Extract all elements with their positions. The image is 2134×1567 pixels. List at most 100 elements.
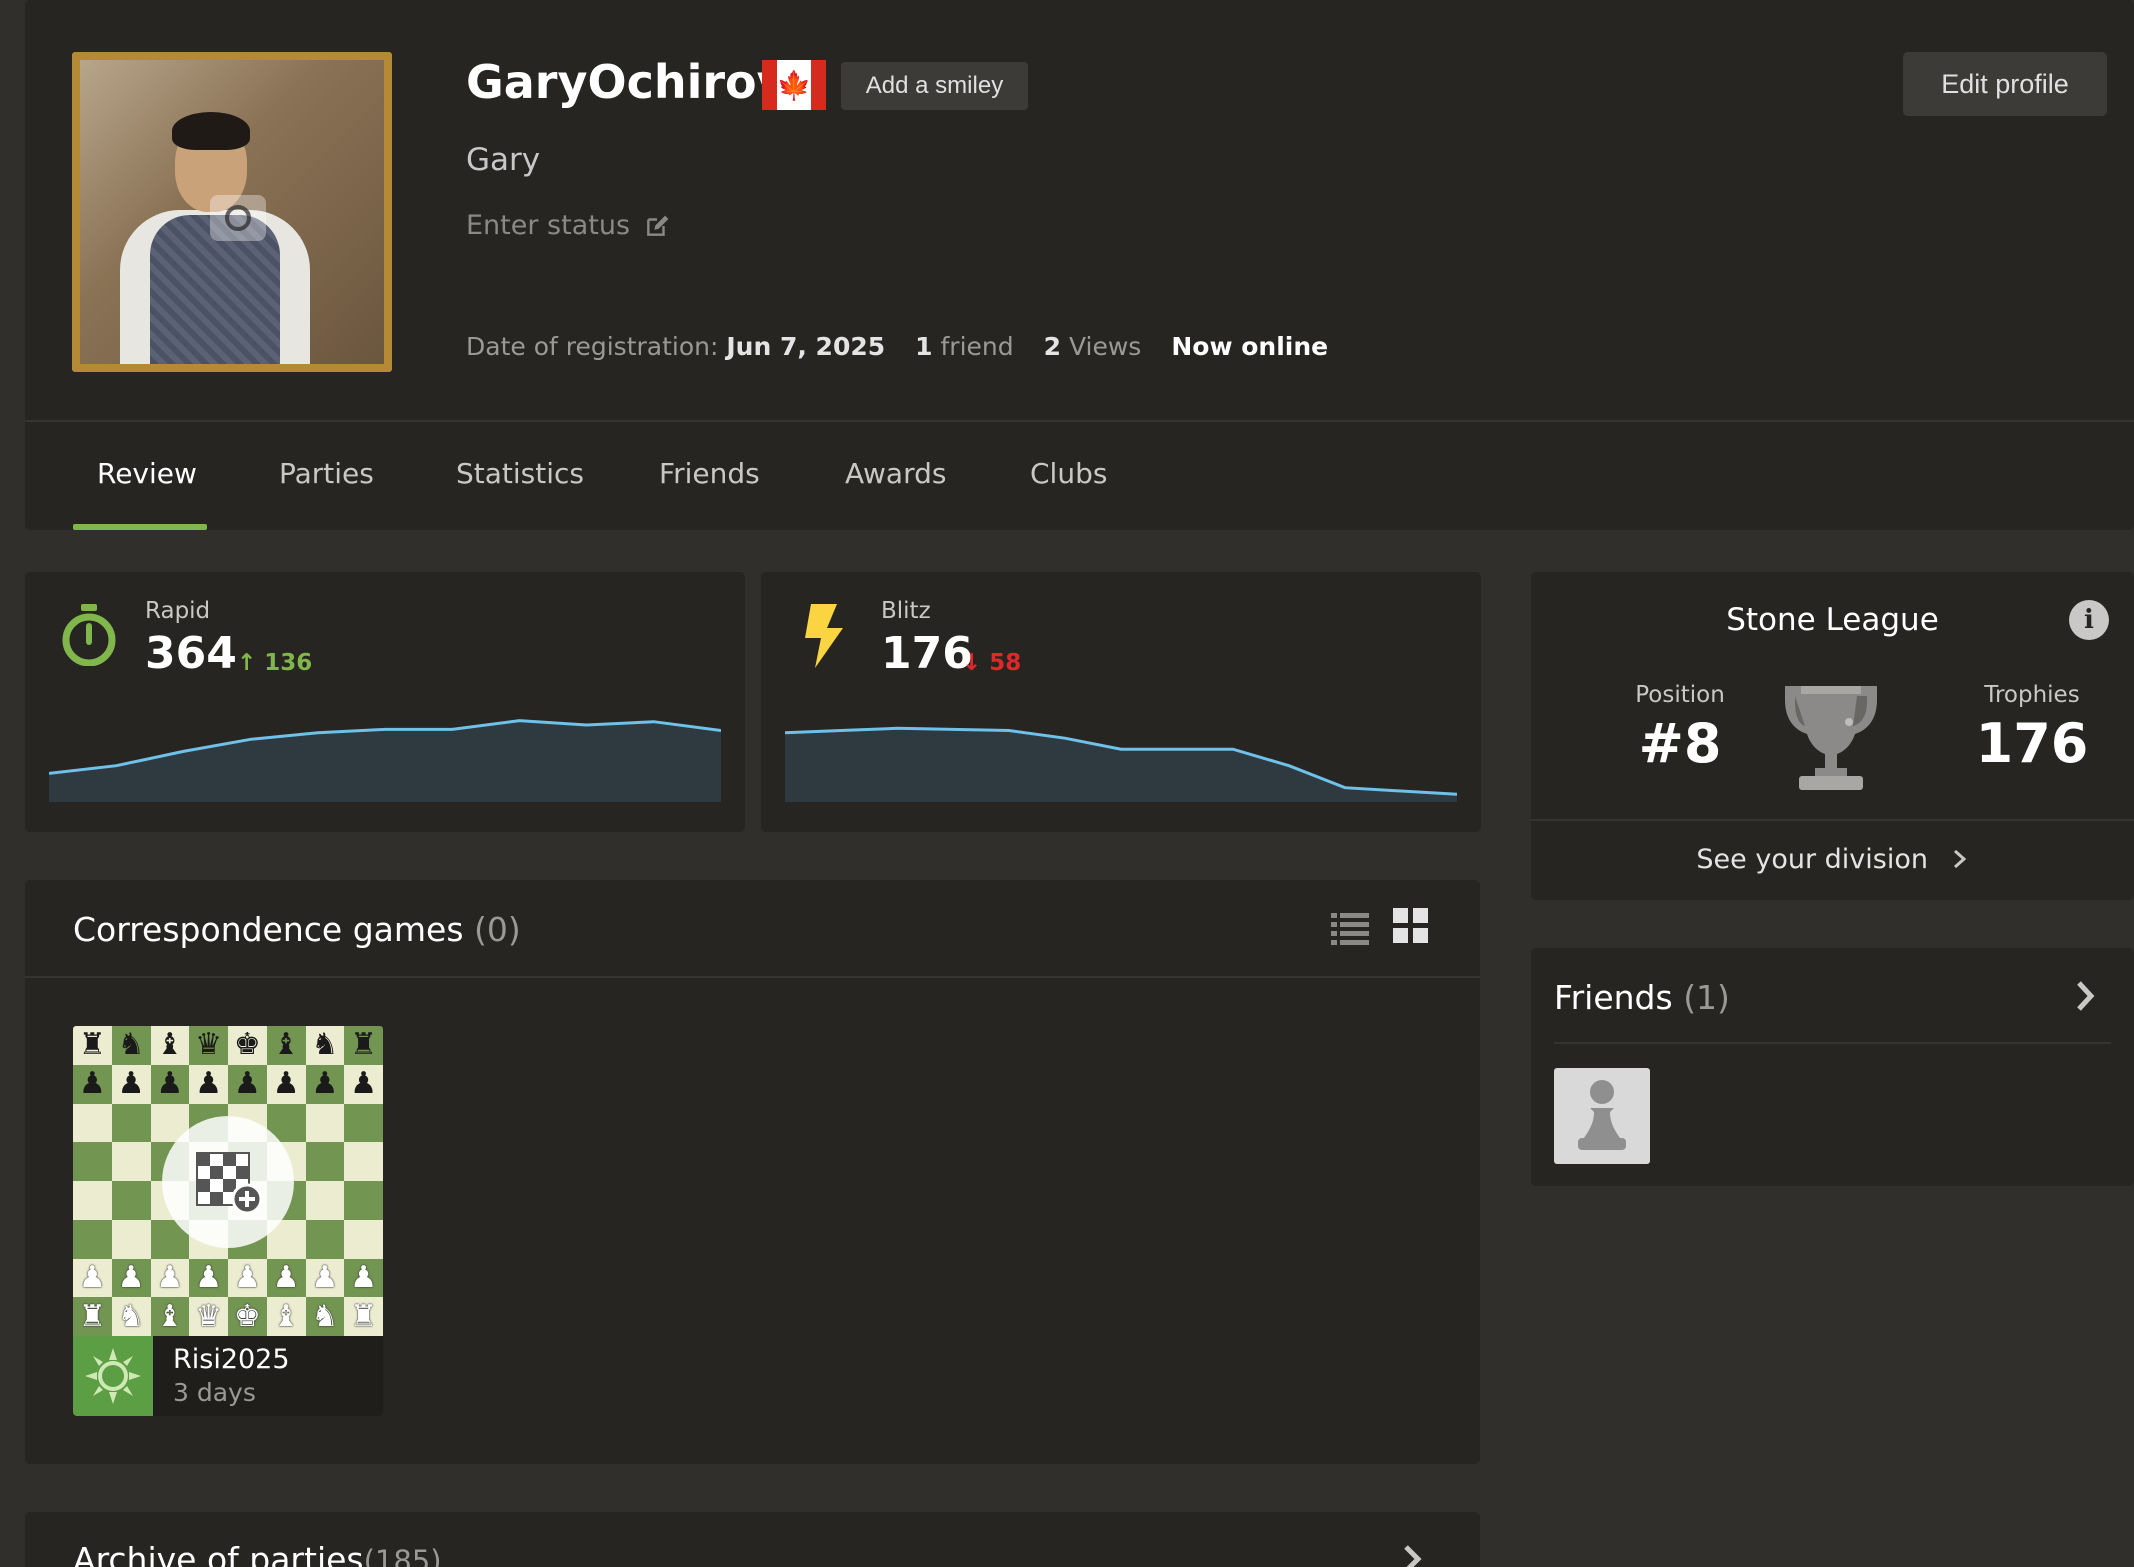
views-word: Views xyxy=(1068,332,1142,361)
see-division-label: See your division xyxy=(1696,844,1928,875)
board-square xyxy=(111,1219,151,1259)
tab-clubs[interactable]: Clubs xyxy=(1030,457,1107,490)
tab-statistics[interactable]: Statistics xyxy=(456,457,584,490)
chess-piece-icon: ♟ xyxy=(350,1259,378,1295)
game-time-control: 3 days xyxy=(173,1378,256,1407)
position-value: #8 xyxy=(1638,712,1722,775)
friends-card: Friends (1) xyxy=(1531,948,2134,1186)
views-number: 2 xyxy=(1043,332,1062,361)
trend-area xyxy=(785,728,1457,802)
opponent-name[interactable]: Risi2025 xyxy=(173,1344,290,1375)
board-square xyxy=(305,1103,345,1143)
sun-icon xyxy=(85,1348,141,1404)
board-square: ♟ xyxy=(189,1064,228,1104)
friends-title[interactable]: Friends (1) xyxy=(1554,978,1730,1017)
board-square xyxy=(305,1142,345,1181)
add-smiley-button[interactable]: Add a smiley xyxy=(841,62,1028,110)
board-square: ♝ xyxy=(266,1297,306,1336)
chevron-right-icon[interactable] xyxy=(1400,1544,1424,1567)
chess-piece-icon: ♚ xyxy=(233,1298,261,1334)
board-square: ♟ xyxy=(111,1064,151,1104)
board-square: ♟ xyxy=(73,1064,112,1104)
trend-area xyxy=(49,720,721,802)
rapid-delta: ↑ 136 xyxy=(237,650,312,676)
rapid-delta-value: 136 xyxy=(264,650,313,676)
opponent-avatar xyxy=(73,1336,153,1416)
see-division-link[interactable]: See your division xyxy=(1531,844,2134,875)
board-square xyxy=(111,1181,151,1220)
board-square: ♟ xyxy=(228,1258,267,1298)
board-square: ♚ xyxy=(228,1297,267,1336)
correspondence-count: (0) xyxy=(474,910,521,949)
info-icon[interactable]: i xyxy=(2069,600,2109,640)
board-square: ♟ xyxy=(344,1064,383,1104)
league-position: Position #8 xyxy=(1590,682,1770,775)
blitz-rating: 176 xyxy=(881,628,973,679)
board-square: ♜ xyxy=(344,1026,383,1065)
archive-title: Archive of parties(185) xyxy=(73,1540,442,1567)
archive-count: (185) xyxy=(363,1544,442,1567)
archive-card[interactable]: Archive of parties(185) xyxy=(25,1512,1480,1567)
board-square: ♟ xyxy=(228,1064,267,1104)
chess-piece-icon: ♟ xyxy=(117,1066,145,1102)
board-square: ♟ xyxy=(150,1258,190,1298)
chess-piece-icon: ♟ xyxy=(117,1259,145,1295)
correspondence-divider xyxy=(25,976,1480,978)
position-label: Position xyxy=(1635,682,1725,708)
rating-card-rapid[interactable]: Rapid 364 ↑ 136 xyxy=(25,572,745,832)
board-square xyxy=(111,1142,151,1181)
arrow-up-icon: ↑ xyxy=(237,650,257,676)
tab-awards[interactable]: Awards xyxy=(845,457,946,490)
list-view-icon[interactable] xyxy=(1330,908,1370,948)
arrow-down-icon: ↓ xyxy=(962,650,982,676)
views-count: 2 Views xyxy=(1044,332,1142,361)
edit-icon[interactable] xyxy=(644,213,670,239)
chess-piece-icon: ♟ xyxy=(195,1066,223,1102)
league-title: Stone League xyxy=(1726,602,1939,638)
board-square: ♜ xyxy=(73,1026,112,1065)
real-name: Gary xyxy=(466,142,541,178)
board-square: ♟ xyxy=(305,1258,345,1298)
chess-piece-icon: ♟ xyxy=(233,1066,261,1102)
chess-piece-icon: ♟ xyxy=(311,1259,339,1295)
registration-date: Jun 7, 2025 xyxy=(726,332,886,361)
camera-icon[interactable] xyxy=(210,195,266,241)
friends-count: 1 xyxy=(915,332,933,361)
board-square: ♟ xyxy=(344,1258,383,1298)
chess-piece-icon: ♞ xyxy=(311,1298,339,1334)
board-square: ♞ xyxy=(111,1026,151,1065)
board-square: ♜ xyxy=(73,1297,112,1336)
new-game-overlay[interactable] xyxy=(162,1116,294,1248)
board-square: ♛ xyxy=(189,1297,228,1336)
rating-card-blitz[interactable]: Blitz 176 ↓ 58 xyxy=(761,572,1481,832)
profile-avatar[interactable] xyxy=(72,52,392,372)
online-status: Now online xyxy=(1171,332,1329,361)
friends-title-count: (1) xyxy=(1683,978,1730,1017)
correspondence-title-text: Correspondence games xyxy=(73,910,464,949)
board-square xyxy=(73,1103,112,1143)
board-square xyxy=(73,1181,112,1220)
grid-view-icon[interactable] xyxy=(1393,908,1429,944)
friend-avatar[interactable] xyxy=(1554,1068,1650,1164)
edit-profile-button[interactable]: Edit profile xyxy=(1903,52,2107,116)
tab-friends[interactable]: Friends xyxy=(659,457,760,490)
rapid-rating: 364 xyxy=(145,628,237,679)
tab-parties[interactable]: Parties xyxy=(279,457,374,490)
board-square: ♟ xyxy=(266,1064,306,1104)
canada-flag-icon: 🍁 xyxy=(762,60,826,110)
chess-piece-icon: ♟ xyxy=(78,1259,106,1295)
chevron-right-icon xyxy=(1953,849,1966,869)
chess-piece-icon: ♟ xyxy=(350,1066,378,1102)
friends-divider xyxy=(1554,1042,2111,1044)
chess-piece-icon: ♞ xyxy=(311,1027,339,1063)
board-square xyxy=(73,1219,112,1259)
board-square xyxy=(344,1181,383,1220)
friends-count-link[interactable]: 1 friend xyxy=(915,332,1013,361)
tab-review[interactable]: Review xyxy=(97,457,197,490)
board-square: ♝ xyxy=(150,1297,190,1336)
board-square: ♞ xyxy=(305,1297,345,1336)
chevron-right-icon[interactable] xyxy=(2073,980,2097,1012)
game-card-footer[interactable]: Risi2025 3 days xyxy=(73,1336,383,1416)
correspondence-title: Correspondence games (0) xyxy=(73,910,521,949)
status-field[interactable]: Enter status xyxy=(466,210,670,241)
